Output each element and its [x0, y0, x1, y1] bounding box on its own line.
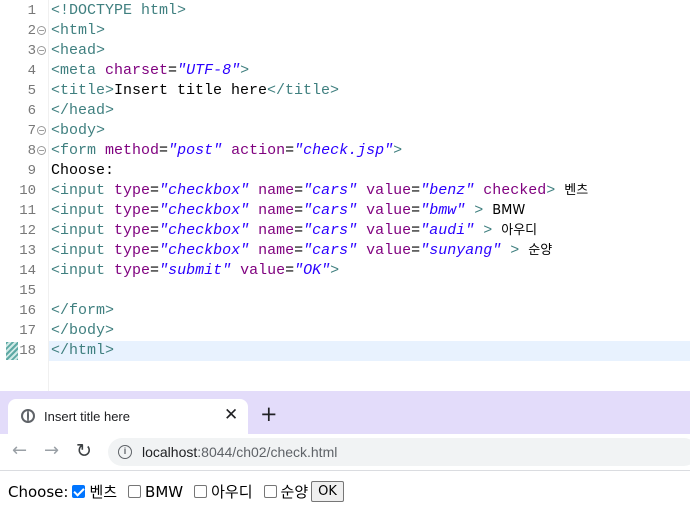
code-line: <!DOCTYPE html>	[51, 2, 187, 19]
tab-strip: Insert title here ✕ +	[0, 391, 690, 434]
option-label: 아우디	[211, 483, 253, 501]
fold-toggle-icon[interactable]: −	[37, 126, 46, 135]
code-line: Choose:	[51, 162, 115, 179]
forward-icon[interactable]: →	[44, 441, 59, 461]
line-number: 13	[19, 243, 36, 259]
close-icon[interactable]: ✕	[224, 405, 238, 425]
code-line: <body>	[51, 122, 106, 139]
car-form: Choose: 벤츠 BMW 아우디 순양 OK	[8, 481, 344, 502]
fold-toggle-icon[interactable]: −	[37, 46, 46, 55]
line-number: 3	[27, 43, 36, 59]
line-number: 7	[27, 123, 36, 139]
globe-icon	[21, 409, 35, 423]
code-line: <input type="checkbox" name="cars" value…	[51, 222, 538, 239]
code-line: <meta charset="UTF-8">	[51, 62, 250, 79]
line-number: 1	[27, 3, 36, 19]
option-label: 벤츠	[89, 483, 118, 501]
code-line: <title>Insert title here</title>	[51, 82, 340, 99]
line-number: 11	[19, 203, 36, 219]
choose-label: Choose:	[8, 482, 69, 501]
ok-submit-button[interactable]: OK	[311, 481, 344, 502]
line-number-gutter: 1 2 3 4 5 6 7 8 9 10 11 12 13 14 15 16 1…	[0, 0, 49, 391]
line-number: 17	[19, 323, 36, 339]
line-number: 12	[19, 223, 36, 239]
line-number: 5	[27, 83, 36, 99]
checkbox-benz[interactable]	[72, 485, 86, 498]
reload-icon[interactable]: ↻	[76, 441, 92, 461]
address-bar[interactable]: i localhost:8044/ch02/check.html	[108, 438, 690, 466]
code-line: </head>	[51, 102, 115, 119]
checkbox-bmw[interactable]	[128, 485, 142, 498]
line-number: 2	[27, 23, 36, 39]
code-line: <form method="post" action="check.jsp">	[51, 142, 403, 159]
code-line: <input type="checkbox" name="cars" value…	[51, 202, 526, 219]
line-number: 16	[19, 303, 36, 319]
code-line: </html>	[51, 342, 115, 359]
browser-tab[interactable]: Insert title here ✕	[8, 399, 248, 434]
back-icon[interactable]: ←	[12, 441, 27, 461]
page-content: Choose: 벤츠 BMW 아우디 순양 OK	[0, 470, 690, 528]
line-number: 9	[27, 163, 36, 179]
new-tab-button[interactable]: +	[260, 404, 278, 425]
option-label: 순양	[280, 483, 309, 501]
line-number: 8	[27, 143, 36, 159]
line-number: 6	[27, 103, 36, 119]
url-host: localhost	[142, 444, 198, 460]
url-text[interactable]: localhost:8044/ch02/check.html	[142, 444, 337, 460]
line-number: 10	[19, 183, 36, 199]
line-number: 4	[27, 63, 36, 79]
code-line: <input type="checkbox" name="cars" value…	[51, 242, 553, 259]
code-line: <input type="submit" value="OK">	[51, 262, 340, 279]
code-line: </form>	[51, 302, 115, 319]
url-path: :8044/ch02/check.html	[197, 444, 338, 460]
browser-window: Insert title here ✕ + ← → ↻ i localhost:…	[0, 391, 690, 528]
code-line: <html>	[51, 22, 106, 39]
line-number: 18	[19, 343, 36, 359]
code-editor[interactable]: 1 2 3 4 5 6 7 8 9 10 11 12 13 14 15 16 1…	[0, 0, 690, 391]
info-icon[interactable]: i	[118, 445, 132, 459]
code-line: </body>	[51, 322, 115, 339]
line-number: 14	[19, 263, 36, 279]
option-label: BMW	[145, 482, 184, 501]
code-line: <head>	[51, 42, 106, 59]
browser-toolbar: ← → ↻ i localhost:8044/ch02/check.html	[0, 434, 690, 471]
line-number: 15	[19, 283, 36, 299]
fold-toggle-icon[interactable]: −	[37, 146, 46, 155]
fold-toggle-icon[interactable]: −	[37, 26, 46, 35]
current-line-highlight	[49, 341, 690, 361]
checkbox-audi[interactable]	[194, 485, 208, 498]
checkbox-sunyang[interactable]	[263, 485, 277, 498]
code-line: <input type="checkbox" name="cars" value…	[51, 182, 589, 199]
tab-title: Insert title here	[44, 409, 130, 424]
